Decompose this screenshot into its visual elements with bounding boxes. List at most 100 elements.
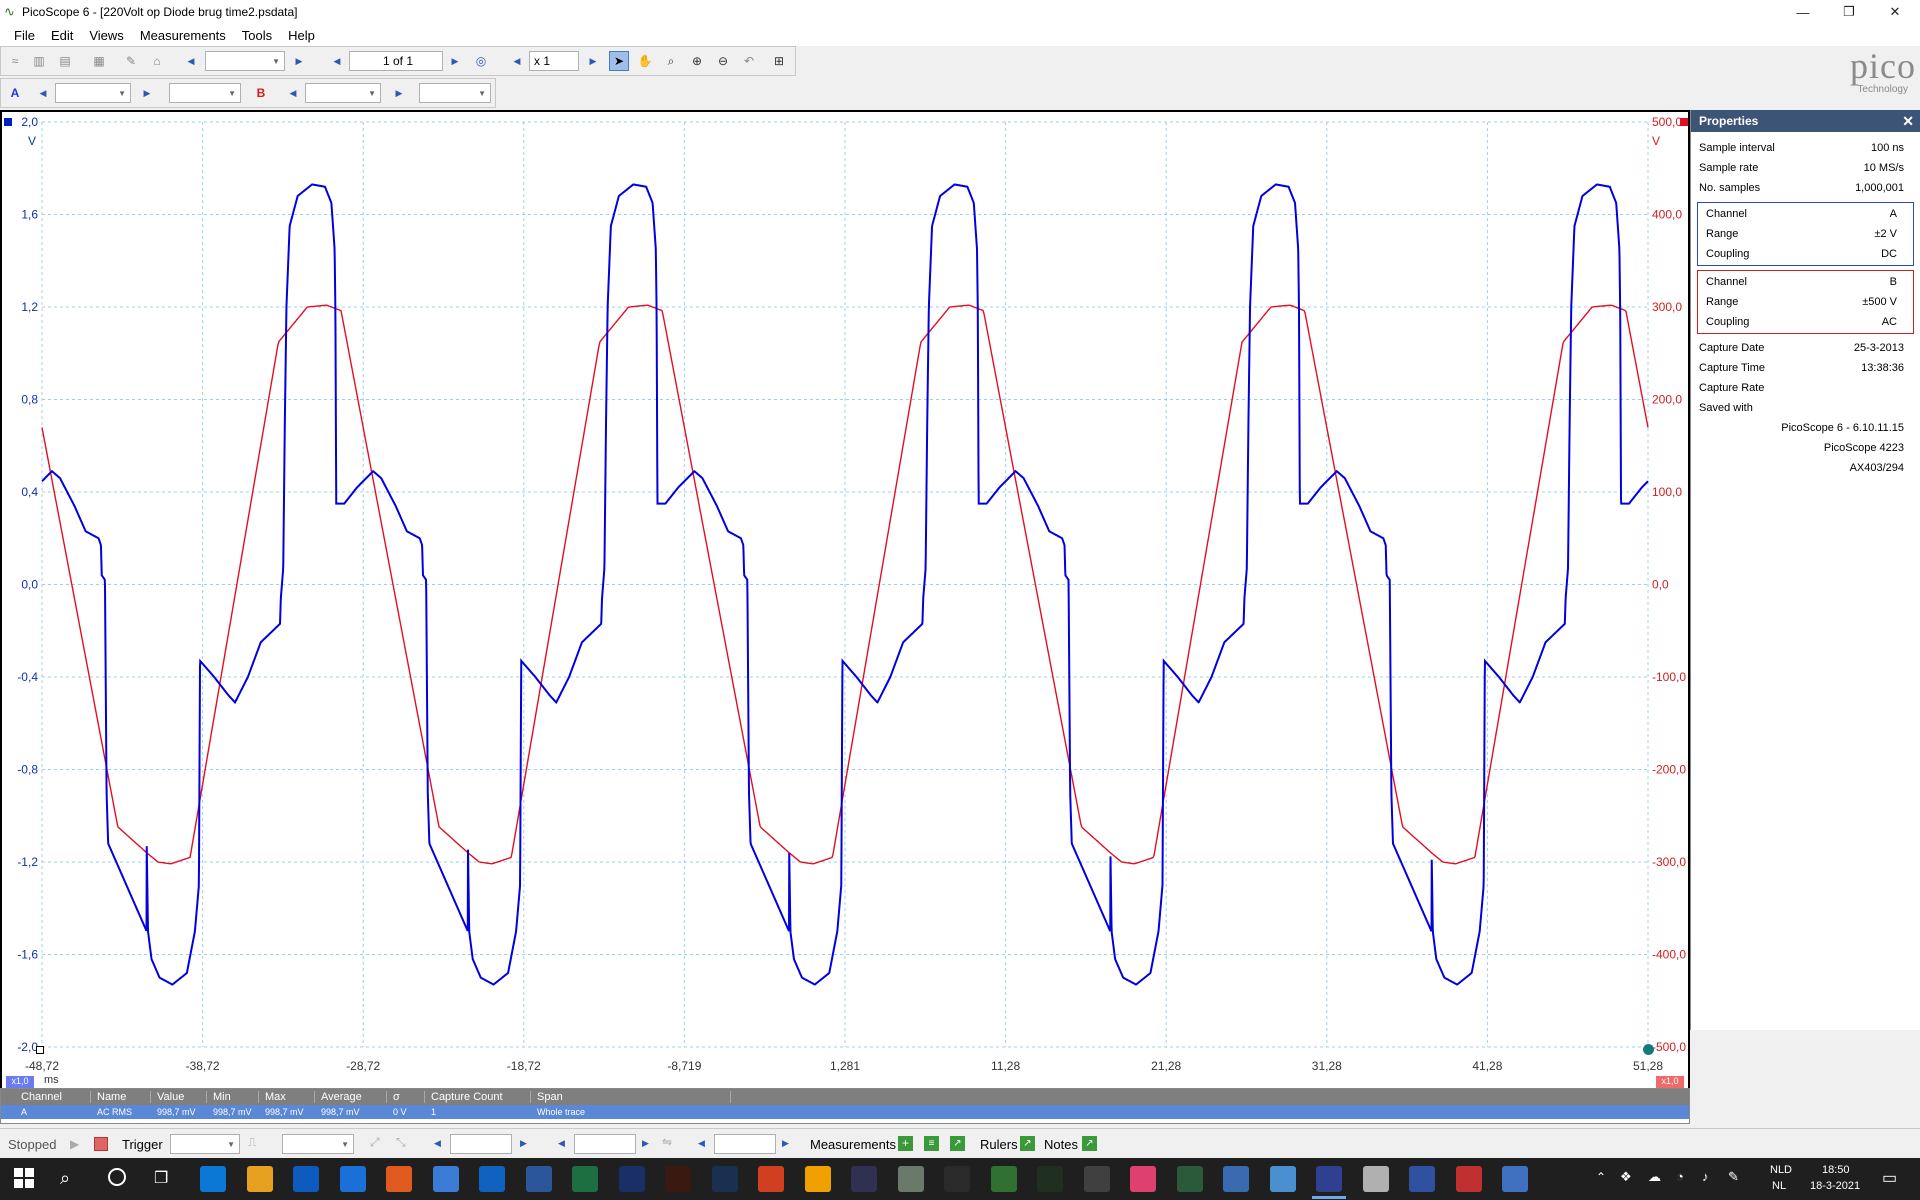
taskbar-app-icon[interactable]	[1269, 1166, 1296, 1192]
delay-next-icon[interactable]: ▶	[782, 1138, 789, 1149]
edit-measurement-icon[interactable]: ≡	[924, 1136, 939, 1151]
ruler-handle-icon[interactable]	[36, 1046, 44, 1054]
restore-button[interactable]: ❐	[1826, 0, 1872, 24]
pen-icon[interactable]: ✎	[1728, 1169, 1739, 1185]
channel-a-range-next-icon[interactable]: ▶	[137, 83, 157, 103]
menu-tools[interactable]: Tools	[234, 28, 280, 43]
trigger-mode-select[interactable]: ▼	[170, 1134, 240, 1154]
clock-date[interactable]: 18-3-2021	[1810, 1180, 1860, 1192]
channel-a-marker-icon[interactable]	[4, 118, 12, 126]
zoom-overview-icon[interactable]: ⊞	[769, 51, 789, 71]
trigger-edge-icon[interactable]: ⎍	[248, 1135, 256, 1150]
taskbar-app-icon[interactable]	[200, 1166, 226, 1192]
channel-b-coupling-select[interactable]: ▼	[419, 83, 491, 103]
scope-mode-icon[interactable]: ≈	[5, 51, 25, 71]
cortana-icon[interactable]	[108, 1168, 126, 1186]
task-view-icon[interactable]: ❐	[154, 1168, 168, 1188]
taskbar-app-icon[interactable]	[851, 1166, 877, 1192]
keyboard-layout-indicator[interactable]: NL	[1772, 1180, 1786, 1192]
threshold-input[interactable]	[450, 1134, 512, 1154]
stop-button[interactable]	[94, 1137, 108, 1151]
taskbar-app-icon[interactable]	[1083, 1166, 1110, 1192]
measurement-column-header[interactable]: Channel	[1, 1091, 91, 1103]
taskbar-app-icon[interactable]	[758, 1166, 784, 1192]
channel-b-button[interactable]: B	[251, 83, 271, 103]
language-indicator[interactable]: NLD	[1770, 1164, 1792, 1176]
measurement-row[interactable]: A AC RMS 998,7 mV 998,7 mV 998,7 mV 998,7 mV 0…	[1, 1105, 1689, 1119]
zoom-out-icon[interactable]: ⊖	[713, 51, 733, 71]
waveform-plot[interactable]: 2,01,61,20,80,40,0-0,4-0,8-1,2-1,6-2,0 5…	[2, 112, 1688, 1088]
taskbar-app-icon[interactable]	[1409, 1166, 1435, 1192]
measurement-column-header[interactable]: Min	[207, 1091, 259, 1103]
taskbar-app-icon[interactable]	[897, 1166, 924, 1192]
zoom-tool-icon[interactable]: ⌕	[661, 51, 681, 71]
taskbar-app-icon[interactable]	[990, 1166, 1017, 1192]
channel-b-range-next-icon[interactable]: ▶	[389, 83, 409, 103]
next-page-icon[interactable]: ▶	[445, 51, 465, 71]
taskbar-app-icon[interactable]	[386, 1166, 412, 1192]
tray-overflow-icon[interactable]: ⌃	[1596, 1170, 1606, 1184]
navigator-icon[interactable]: ◎	[471, 51, 491, 71]
spectrum-mode-icon[interactable]: ▤	[55, 51, 75, 71]
measurement-column-header[interactable]: Name	[91, 1091, 151, 1103]
prev-timebase-icon[interactable]: ◀	[181, 51, 201, 71]
scope-view[interactable]: 2,0 1,6 1,2 0,8 0,4 0,0 -0,4 -0,8 -1,2 -1,6 -2,0 5…	[0, 110, 1690, 1090]
close-properties-icon[interactable]: ✕	[1902, 113, 1914, 130]
rulers-icon[interactable]: ↗	[1020, 1136, 1035, 1151]
taskbar-app-icon[interactable]	[525, 1166, 552, 1192]
notes-icon[interactable]: ↗	[1082, 1136, 1097, 1151]
taskbar-app-icon[interactable]	[1455, 1166, 1482, 1192]
volume-icon[interactable]: ♪	[1702, 1169, 1709, 1184]
channel-b-marker-icon[interactable]	[1680, 118, 1688, 126]
taskbar-app-icon[interactable]	[1223, 1166, 1249, 1192]
channel-a-button[interactable]: A	[5, 83, 25, 103]
zoom-next-icon[interactable]: ▶	[583, 51, 603, 71]
delay-prev-icon[interactable]: ◀	[698, 1138, 705, 1149]
trigger-marker-icon[interactable]	[1643, 1044, 1654, 1055]
taskbar-app-icon[interactable]	[1176, 1166, 1203, 1192]
channel-b-range-prev-icon[interactable]: ◀	[283, 83, 303, 103]
undo-zoom-icon[interactable]: ↶	[739, 51, 759, 71]
timebase-select[interactable]: ▼	[205, 51, 285, 71]
measurement-column-header[interactable]: σ	[387, 1091, 425, 1103]
trigger-advanced-icon[interactable]: ⇋	[662, 1135, 672, 1149]
threshold-prev-icon[interactable]: ◀	[434, 1138, 441, 1149]
taskbar-app-icon[interactable]	[665, 1166, 691, 1192]
zoom-prev-icon[interactable]: ◀	[507, 51, 527, 71]
taskbar-app-icon[interactable]	[944, 1166, 970, 1192]
menu-edit[interactable]: Edit	[43, 28, 81, 43]
taskbar-app-icon[interactable]	[1316, 1166, 1342, 1192]
prev-page-icon[interactable]: ◀	[327, 51, 347, 71]
notifications-icon[interactable]: ▭	[1882, 1168, 1897, 1188]
dropbox-icon[interactable]: ❖	[1620, 1169, 1632, 1185]
pretrigger-next-icon[interactable]: ▶	[642, 1138, 649, 1149]
taskbar-app-icon[interactable]	[572, 1166, 598, 1192]
measurement-column-header[interactable]: Span	[531, 1091, 731, 1103]
persistence-mode-icon[interactable]: ▥	[29, 51, 49, 71]
pretrigger-prev-icon[interactable]: ◀	[558, 1138, 565, 1149]
network-icon[interactable]: ◔	[1676, 1169, 1684, 1184]
taskbar-app-icon[interactable]	[1037, 1166, 1063, 1192]
taskbar-app-icon[interactable]	[1130, 1166, 1156, 1192]
start-icon[interactable]: ▶	[70, 1137, 79, 1151]
taskbar-app-icon[interactable]	[293, 1166, 319, 1192]
measurement-column-header[interactable]: Max	[259, 1091, 315, 1103]
channel-options-icon[interactable]: ▦	[89, 51, 109, 71]
minimize-button[interactable]: —	[1780, 0, 1826, 24]
measurement-column-header[interactable]: Capture Count	[425, 1091, 531, 1103]
trigger-source-select[interactable]: ▼	[282, 1134, 354, 1154]
channel-a-coupling-select[interactable]: ▼	[169, 83, 241, 103]
channel-a-range-select[interactable]: ▼	[55, 83, 131, 103]
threshold-next-icon[interactable]: ▶	[520, 1138, 527, 1149]
clock-time[interactable]: 18:50	[1822, 1164, 1850, 1176]
taskbar-app-icon[interactable]	[804, 1166, 831, 1192]
taskbar-app-icon[interactable]	[246, 1166, 273, 1192]
home-icon[interactable]: ⌂	[147, 51, 167, 71]
taskbar-app-icon[interactable]	[432, 1166, 459, 1192]
pointer-tool-icon[interactable]: ➤	[609, 51, 629, 71]
channel-b-range-select[interactable]: ▼	[305, 83, 381, 103]
zoom-in-icon[interactable]: ⊕	[687, 51, 707, 71]
delete-measurement-icon[interactable]: ↗	[950, 1136, 965, 1151]
menu-measurements[interactable]: Measurements	[132, 28, 234, 43]
taskbar-app-icon[interactable]	[339, 1166, 366, 1192]
